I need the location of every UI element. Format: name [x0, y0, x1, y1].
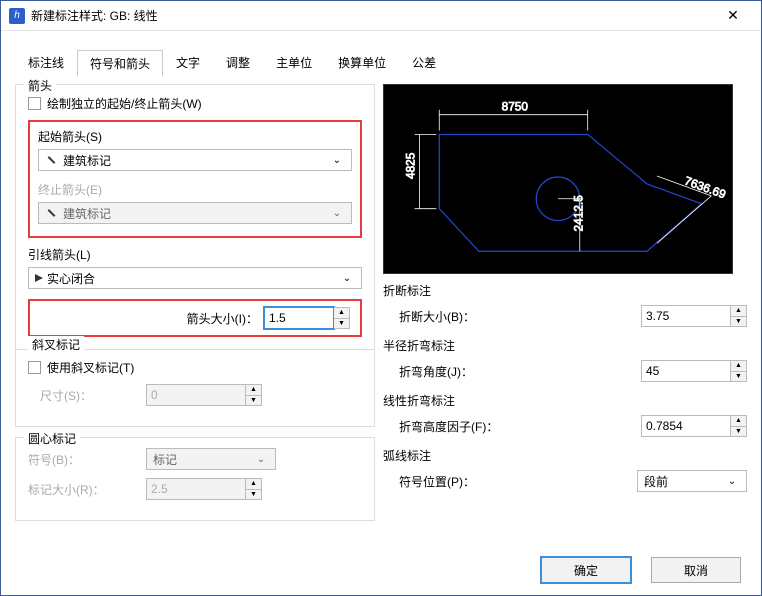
center-mark-title: 圆心标记: [24, 430, 80, 447]
oblique-size-spinner: ▲▼: [146, 384, 262, 406]
jog-height-spinner[interactable]: ▲▼: [641, 415, 747, 437]
highlight-arrow-size: 箭头大小(I)： ▲▼: [28, 299, 362, 337]
arrows-group: 箭头 绘制独立的起始/终止箭头(W) 起始箭头(S) 建筑标记 ⌄ 终止箭头(E…: [15, 84, 375, 350]
spin-up-icon[interactable]: ▲: [731, 305, 747, 316]
oblique-size-label: 尺寸(S)：: [28, 387, 138, 404]
tab-symbols-arrows[interactable]: 符号和箭头: [77, 50, 163, 77]
use-oblique-checkbox[interactable]: [28, 361, 41, 374]
tab-primary-units[interactable]: 主单位: [263, 49, 325, 76]
svg-text:7636.69: 7636.69: [683, 174, 728, 202]
close-icon[interactable]: ✕: [713, 7, 753, 24]
spin-up-icon[interactable]: ▲: [334, 307, 350, 318]
radius-jog-title: 半径折弯标注: [383, 337, 747, 354]
arc-symbol-pos-label: 符号位置(P)：: [399, 473, 637, 490]
chevron-down-icon: ⌄: [339, 273, 355, 284]
spin-up-icon[interactable]: ▲: [731, 415, 747, 426]
cancel-button[interactable]: 取消: [651, 557, 741, 583]
center-symbol-value: 标记: [153, 451, 253, 468]
leader-arrow-dropdown[interactable]: 实心闭合 ⌄: [28, 267, 362, 289]
jog-height-input[interactable]: [641, 415, 731, 437]
closed-filled-icon: [35, 274, 47, 283]
center-size-label: 标记大小(R)：: [28, 481, 138, 498]
arrow-size-label: 箭头大小(I)：: [187, 310, 258, 327]
arc-symbol-pos-dropdown[interactable]: 段前 ⌄: [637, 470, 747, 492]
spin-down-icon[interactable]: ▼: [731, 316, 747, 328]
break-dim-title: 折断标注: [383, 282, 747, 299]
linear-jog-title: 线性折弯标注: [383, 392, 747, 409]
arrows-group-title: 箭头: [24, 77, 56, 94]
spin-up-icon: ▲: [246, 384, 262, 395]
end-arrow-label: 终止箭头(E): [38, 181, 352, 198]
center-mark-group: 圆心标记 符号(B)： 标记 ⌄ 标记大小(R)： ▲▼: [15, 437, 375, 521]
arch-tick-icon: [45, 209, 57, 218]
leader-arrow-label: 引线箭头(L): [28, 246, 362, 263]
oblique-title: 斜叉标记: [28, 336, 84, 353]
jog-angle-spinner[interactable]: ▲▼: [641, 360, 747, 382]
tab-alt-units[interactable]: 换算单位: [325, 49, 399, 76]
jog-angle-input[interactable]: [641, 360, 731, 382]
jog-height-label: 折弯高度因子(F)：: [399, 418, 641, 435]
tab-tolerance[interactable]: 公差: [399, 49, 449, 76]
break-size-input[interactable]: [641, 305, 731, 327]
spin-up-icon: ▲: [246, 478, 262, 489]
spin-up-icon[interactable]: ▲: [731, 360, 747, 371]
radius-jog-group: 半径折弯标注 折弯角度(J)： ▲▼: [383, 337, 747, 382]
dimension-preview: 8750 4825 2412.5 7636.69: [383, 84, 733, 274]
svg-text:8750: 8750: [502, 100, 529, 114]
window-title: 新建标注样式: GB: 线性: [31, 7, 713, 24]
arc-symbol-pos-value: 段前: [644, 473, 724, 490]
titlebar: h 新建标注样式: GB: 线性 ✕: [1, 1, 761, 31]
svg-text:4825: 4825: [404, 152, 418, 179]
arrow-size-spinner[interactable]: ▲▼: [264, 307, 350, 329]
center-size-spinner: ▲▼: [146, 478, 262, 500]
chevron-down-icon: ⌄: [329, 155, 345, 166]
spin-down-icon: ▼: [246, 489, 262, 501]
tab-fit[interactable]: 调整: [213, 49, 263, 76]
center-size-input: [146, 478, 246, 500]
tab-dimlines[interactable]: 标注线: [15, 49, 77, 76]
break-size-label: 折断大小(B)：: [399, 308, 641, 325]
start-arrow-label: 起始箭头(S): [38, 128, 352, 145]
draw-separate-checkbox[interactable]: [28, 97, 41, 110]
chevron-down-icon: ⌄: [329, 208, 345, 219]
spin-down-icon[interactable]: ▼: [731, 426, 747, 438]
arc-dim-group: 弧线标注 符号位置(P)： 段前 ⌄: [383, 447, 747, 492]
ok-button[interactable]: 确定: [541, 557, 631, 583]
draw-separate-label: 绘制独立的起始/终止箭头(W): [47, 95, 202, 112]
start-arrow-dropdown[interactable]: 建筑标记 ⌄: [38, 149, 352, 171]
highlight-start-end: 起始箭头(S) 建筑标记 ⌄ 终止箭头(E) 建筑标记 ⌄: [28, 120, 362, 238]
center-symbol-dropdown: 标记 ⌄: [146, 448, 276, 470]
spin-down-icon[interactable]: ▼: [731, 371, 747, 383]
break-size-spinner[interactable]: ▲▼: [641, 305, 747, 327]
arrow-size-input[interactable]: [264, 307, 334, 329]
tab-text[interactable]: 文字: [163, 49, 213, 76]
arc-dim-title: 弧线标注: [383, 447, 747, 464]
oblique-group: 斜叉标记 使用斜叉标记(T) 尺寸(S)： ▲▼: [15, 342, 375, 427]
chevron-down-icon: ⌄: [724, 476, 740, 487]
jog-angle-label: 折弯角度(J)：: [399, 363, 641, 380]
end-arrow-dropdown: 建筑标记 ⌄: [38, 202, 352, 224]
spin-down-icon[interactable]: ▼: [334, 318, 350, 330]
svg-text:2412.5: 2412.5: [572, 195, 586, 232]
center-symbol-label: 符号(B)：: [28, 451, 138, 468]
use-oblique-label: 使用斜叉标记(T): [47, 359, 134, 376]
app-icon: h: [9, 8, 25, 24]
linear-jog-group: 线性折弯标注 折弯高度因子(F)： ▲▼: [383, 392, 747, 437]
end-arrow-value: 建筑标记: [63, 205, 329, 222]
leader-arrow-value: 实心闭合: [47, 270, 339, 287]
arch-tick-icon: [45, 156, 57, 165]
chevron-down-icon: ⌄: [253, 454, 269, 465]
tab-bar: 标注线 符号和箭头 文字 调整 主单位 换算单位 公差: [1, 31, 761, 76]
oblique-size-input: [146, 384, 246, 406]
spin-down-icon: ▼: [246, 395, 262, 407]
break-dim-group: 折断标注 折断大小(B)： ▲▼: [383, 282, 747, 327]
dialog-buttons: 确定 取消: [541, 557, 741, 583]
start-arrow-value: 建筑标记: [63, 152, 329, 169]
